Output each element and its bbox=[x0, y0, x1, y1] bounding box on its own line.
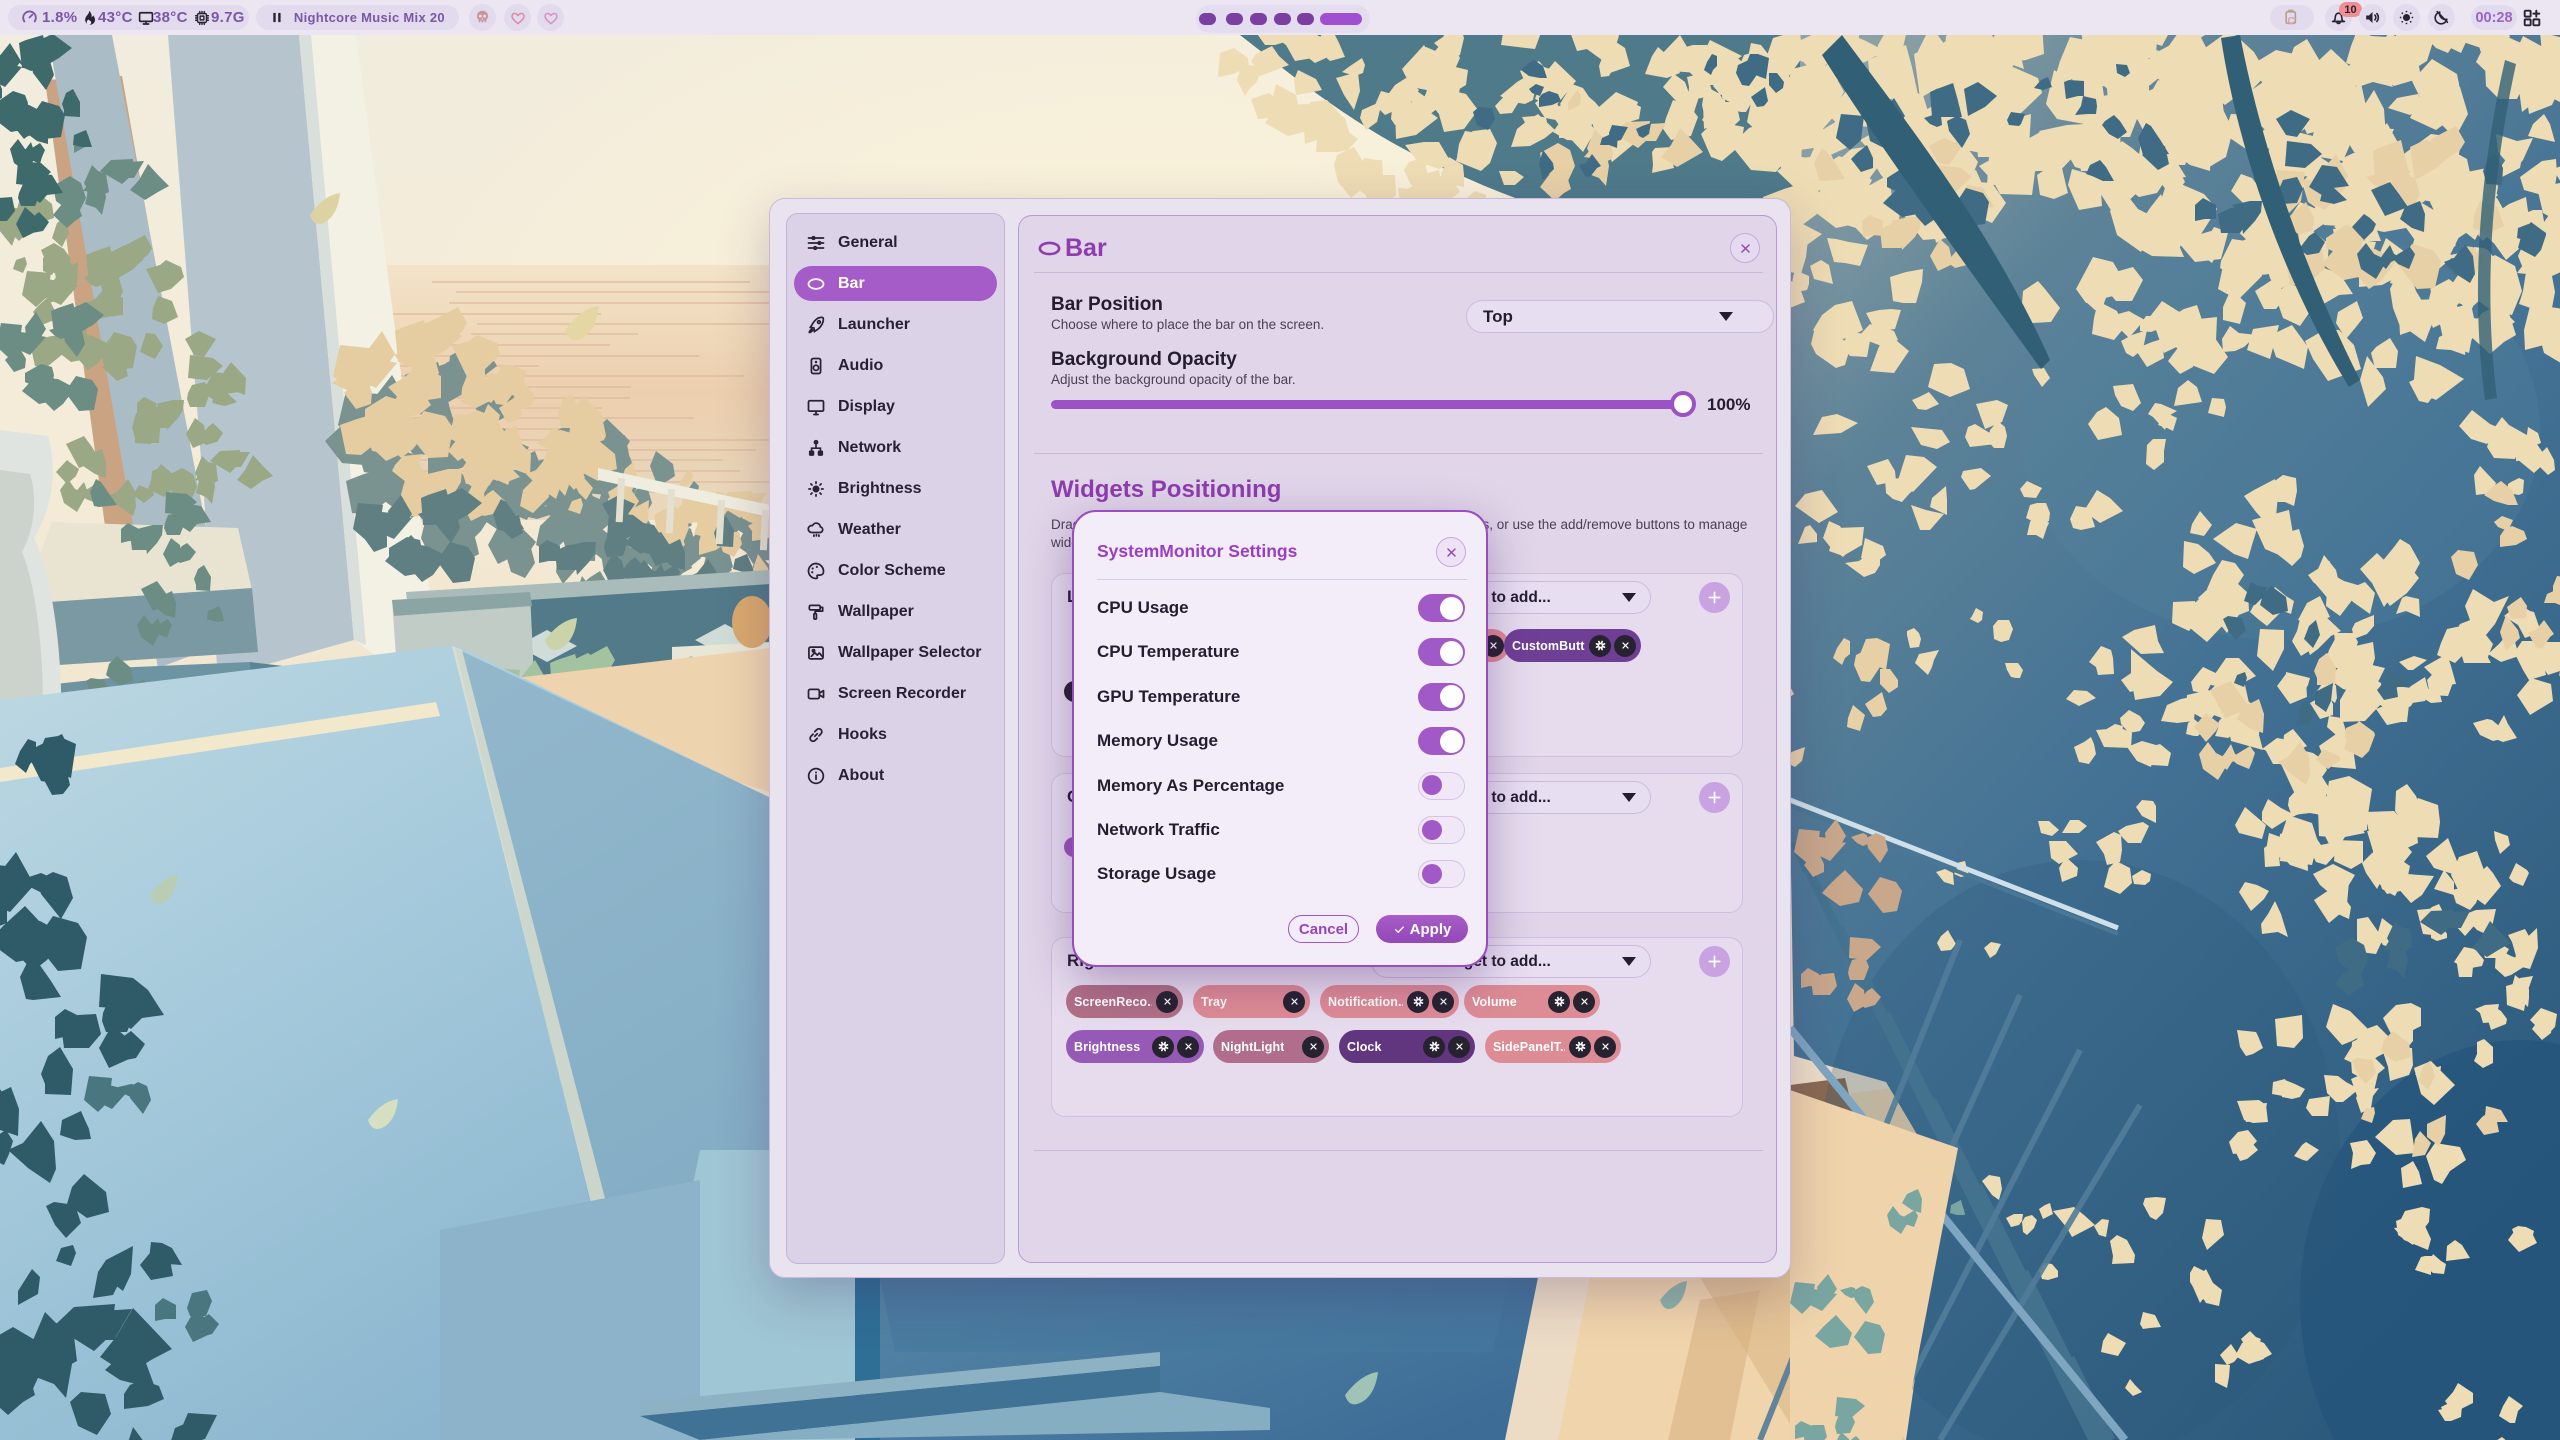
svg-text:C: C bbox=[2288, 15, 2295, 26]
